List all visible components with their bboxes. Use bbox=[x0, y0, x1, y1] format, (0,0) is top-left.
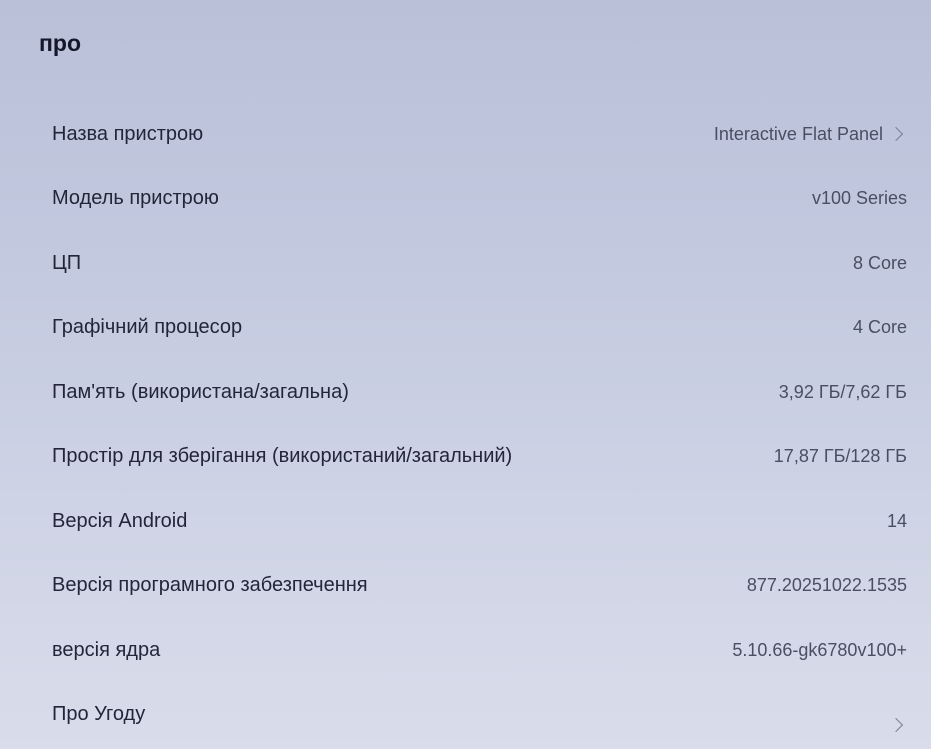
storage-row[interactable]: Простір для зберігання (використаний/заг… bbox=[0, 425, 931, 490]
row-value: 8 Core bbox=[852, 252, 907, 273]
chevron-right-icon bbox=[888, 127, 904, 142]
agreement-row[interactable]: Про Угоду bbox=[0, 683, 931, 748]
row-label: Пам'ять (використана/загальна) bbox=[52, 380, 349, 403]
row-label: Версія Android bbox=[52, 509, 188, 532]
page-title: про bbox=[39, 30, 81, 56]
gpu-row[interactable]: Графічний процесор 4 Core bbox=[0, 296, 931, 361]
row-label: Назва пристрою bbox=[52, 122, 204, 145]
row-value: 4 Core bbox=[852, 317, 907, 338]
android-version-row[interactable]: Версія Android 14 bbox=[0, 489, 931, 554]
chevron-right-icon bbox=[888, 717, 904, 732]
row-value: v100 Series bbox=[811, 188, 907, 209]
row-label: Графічний процесор bbox=[52, 316, 243, 339]
row-label: версія ядра bbox=[52, 638, 161, 661]
device-model-row[interactable]: Модель пристрою v100 Series bbox=[0, 167, 931, 232]
device-name-row[interactable]: Назва пристрою Interactive Flat Panel bbox=[0, 102, 931, 167]
row-label: Версія програмного забезпечення bbox=[52, 574, 368, 597]
row-value-container bbox=[888, 700, 907, 732]
about-screen: про Назва пристрою Interactive Flat Pane… bbox=[0, 0, 931, 749]
kernel-version-row[interactable]: версія ядра 5.10.66-gk6780v100+ bbox=[0, 618, 931, 683]
row-value: 14 bbox=[886, 510, 907, 531]
memory-row[interactable]: Пам'ять (використана/загальна) 3,92 ГБ/7… bbox=[0, 360, 931, 425]
row-label: Про Угоду bbox=[52, 703, 146, 726]
row-label: Модель пристрою bbox=[52, 187, 219, 210]
software-version-row[interactable]: Версія програмного забезпечення 877.2025… bbox=[0, 554, 931, 619]
row-value: 17,87 ГБ/128 ГБ bbox=[773, 446, 907, 467]
row-value: Interactive Flat Panel bbox=[713, 123, 883, 144]
row-value-container: Interactive Flat Panel bbox=[714, 124, 907, 145]
cpu-row[interactable]: ЦП 8 Core bbox=[0, 231, 931, 296]
row-value: 5.10.66-gk6780v100+ bbox=[732, 639, 907, 660]
row-label: Простір для зберігання (використаний/заг… bbox=[52, 445, 513, 468]
row-value: 3,92 ГБ/7,62 ГБ bbox=[778, 381, 907, 402]
settings-list: Назва пристрою Interactive Flat Panel Мо… bbox=[0, 102, 931, 747]
row-value: 877.20251022.1535 bbox=[746, 575, 907, 596]
row-label: ЦП bbox=[52, 251, 82, 274]
